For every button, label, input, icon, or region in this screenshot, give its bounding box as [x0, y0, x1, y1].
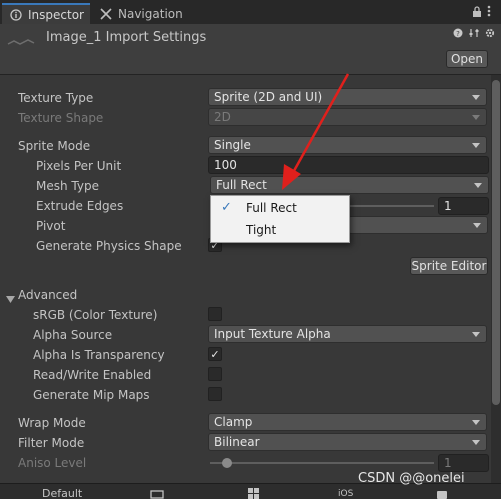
aniso-slider-knob: [222, 458, 232, 468]
wrap-mode-label: Wrap Mode: [18, 416, 86, 430]
sprite-mode-label: Sprite Mode: [18, 139, 91, 153]
aniso-input: 1: [438, 454, 489, 472]
sprite-editor-button[interactable]: Sprite Editor: [410, 257, 488, 275]
help-icon[interactable]: ?: [453, 28, 463, 41]
tab-default[interactable]: Default: [42, 487, 82, 499]
tab-navigation-label: Navigation: [118, 6, 183, 21]
alpha-source-dropdown[interactable]: Input Texture Alpha: [208, 325, 487, 343]
wrap-mode-value: Clamp: [214, 415, 253, 429]
lock-icon[interactable]: [472, 6, 482, 21]
pivot-dropdown[interactable]: [348, 216, 488, 234]
texture-shape-value: 2D: [214, 110, 231, 124]
popup-item-label: Tight: [246, 223, 277, 237]
menu-icon[interactable]: [487, 5, 491, 20]
chevron-down-icon: [473, 223, 481, 228]
windows-icon[interactable]: [248, 488, 260, 499]
svg-text:?: ?: [456, 30, 460, 38]
scrollbar-thumb[interactable]: [492, 80, 500, 405]
filter-mode-label: Filter Mode: [18, 436, 85, 450]
aniso-level-label: Aniso Level: [18, 456, 87, 470]
tab-inspector-label: Inspector: [28, 7, 84, 22]
chevron-down-icon[interactable]: [6, 292, 15, 306]
extrude-edges-label: Extrude Edges: [36, 199, 124, 213]
ppu-label: Pixels Per Unit: [36, 159, 122, 173]
extrude-input[interactable]: 1: [438, 197, 489, 215]
check-icon: ✓: [221, 200, 232, 215]
chevron-down-icon: [472, 332, 480, 337]
settings-icon[interactable]: [485, 28, 495, 41]
popup-item-label: Full Rect: [246, 201, 297, 215]
popup-item-tight[interactable]: Tight: [211, 219, 349, 241]
filter-mode-value: Bilinear: [214, 435, 260, 449]
chevron-down-icon: [472, 95, 480, 100]
aniso-slider-track: [210, 462, 434, 464]
chevron-down-icon: [472, 440, 480, 445]
asset-icon: [6, 34, 36, 51]
readwrite-label: Read/Write Enabled: [33, 368, 152, 382]
navigation-icon: [100, 7, 112, 20]
tab-navigation[interactable]: Navigation: [92, 3, 191, 24]
chevron-down-icon: [472, 143, 480, 148]
watermark: CSDN @@onelei: [358, 471, 465, 486]
tab-ios[interactable]: iOS: [338, 489, 353, 499]
srgb-label: sRGB (Color Texture): [33, 308, 158, 322]
info-icon: [10, 8, 22, 21]
monitor-icon[interactable]: [150, 489, 164, 499]
chevron-down-icon: [472, 115, 480, 120]
preset-icon[interactable]: [469, 28, 479, 41]
open-button[interactable]: Open: [446, 50, 488, 68]
popup-item-full-rect[interactable]: ✓ Full Rect: [211, 197, 349, 219]
alpha-source-label: Alpha Source: [33, 328, 113, 342]
sprite-mode-value: Single: [214, 138, 251, 152]
alpha-transparency-label: Alpha Is Transparency: [33, 348, 165, 362]
page-title: Image_1 Import Settings: [46, 30, 207, 45]
mipmaps-checkbox[interactable]: [208, 387, 222, 401]
chevron-down-icon: [472, 420, 480, 425]
chevron-down-icon: [474, 183, 482, 188]
physics-shape-label: Generate Physics Shape: [36, 239, 182, 253]
texture-shape-label: Texture Shape: [18, 111, 104, 125]
mesh-type-label: Mesh Type: [36, 179, 99, 193]
alpha-transparency-checkbox[interactable]: ✓: [208, 347, 222, 361]
extrude-slider-track[interactable]: [350, 205, 434, 207]
srgb-checkbox[interactable]: [208, 307, 222, 321]
advanced-header[interactable]: Advanced: [18, 288, 77, 302]
tab-inspector[interactable]: Inspector: [2, 3, 90, 24]
alpha-source-value: Input Texture Alpha: [214, 327, 331, 341]
pivot-label: Pivot: [36, 219, 66, 233]
mipmaps-label: Generate Mip Maps: [33, 388, 150, 402]
texture-type-label: Texture Type: [18, 91, 94, 105]
filter-mode-dropdown[interactable]: Bilinear: [208, 433, 487, 451]
readwrite-checkbox[interactable]: [208, 367, 222, 381]
mesh-type-popup: ✓ Full Rect Tight: [210, 195, 350, 243]
wrap-mode-dropdown[interactable]: Clamp: [208, 413, 487, 431]
mesh-type-value: Full Rect: [216, 178, 267, 192]
annotation-arrow-icon: [282, 73, 350, 190]
android-icon[interactable]: [436, 488, 448, 499]
header-icons: ?: [453, 28, 495, 41]
